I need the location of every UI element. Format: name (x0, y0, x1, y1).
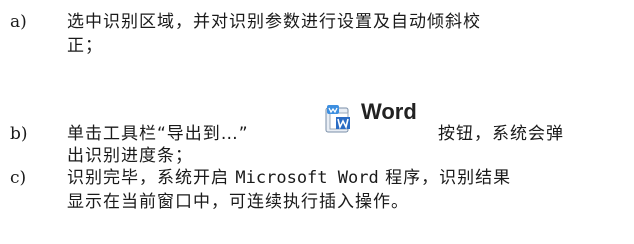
list-item-a: a) 选中识别区域，并对识别参数进行设置及自动倾斜校 正； (0, 8, 634, 64)
list-item-text: 识别完毕，系统开启 Microsoft Word 程序，识别结果 显示在当前窗口… (67, 166, 627, 214)
list-item-c: c) 识别完毕，系统开启 Microsoft Word 程序，识别结果 显示在当… (0, 164, 634, 244)
list-marker: b) (10, 124, 28, 144)
list-marker: c) (10, 168, 27, 188)
text-segment: 识别完毕，系统开启 (67, 168, 236, 188)
text-segment: 程序，识别结果 (378, 168, 512, 188)
text-line: 正； (67, 36, 103, 56)
list-marker: a) (10, 12, 27, 32)
text-line: 选中识别区域，并对识别参数进行设置及自动倾斜校 (67, 12, 481, 32)
text-line: 识别完毕，系统开启 Microsoft Word 程序，识别结果 (67, 166, 627, 190)
product-name: Microsoft Word (235, 168, 379, 188)
word-button-label: Word (361, 99, 417, 124)
text-line: 单击工具栏“导出到…” (67, 124, 249, 144)
word-export-icon (325, 104, 355, 134)
list-item-b: b) 单击工具栏“导出到…” Word 按钮，系统会弹 出识别进度条； (0, 78, 634, 166)
text-line: 显示在当前窗口中，可连续执行插入操作。 (67, 192, 409, 212)
text-line: 按钮，系统会弹 (438, 124, 564, 144)
list-item-text: 选中识别区域，并对识别参数进行设置及自动倾斜校 正； (67, 10, 627, 58)
